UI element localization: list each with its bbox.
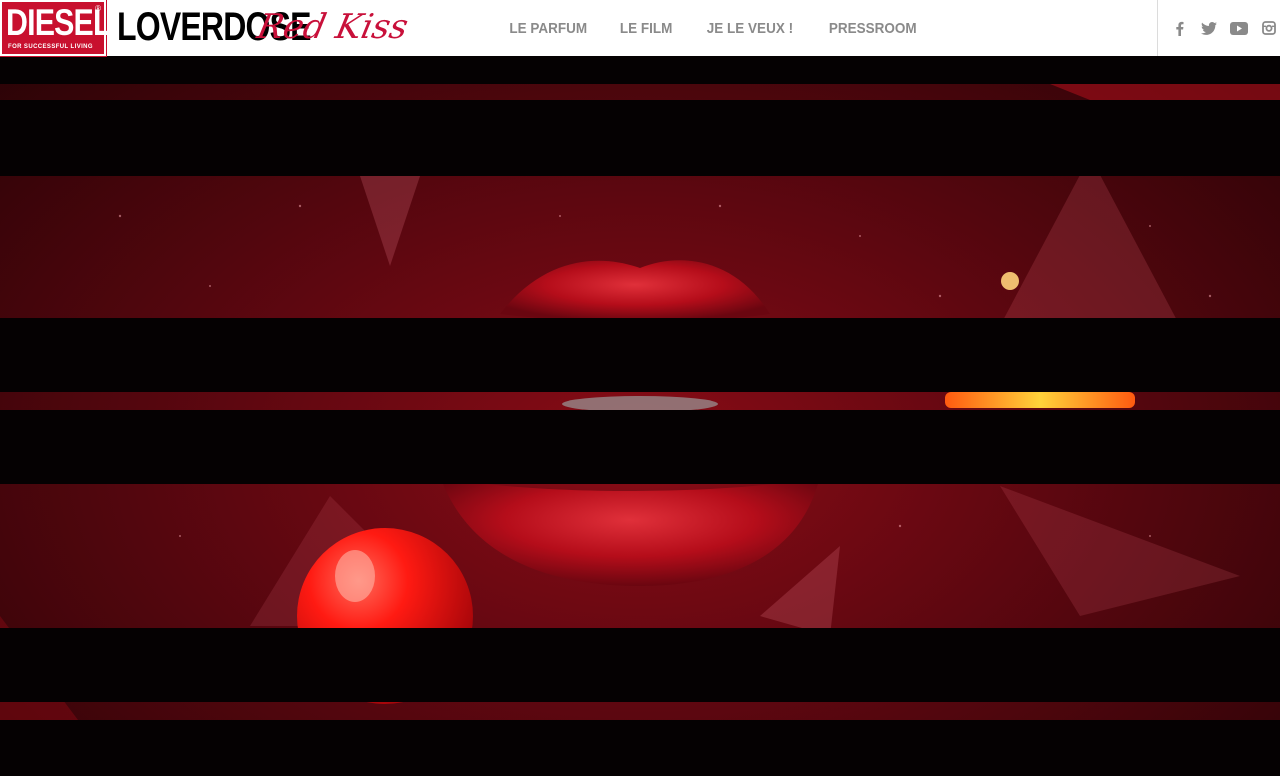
main-nav: LE PARFUM LE FILM JE LE VEUX ! PRESSROOM: [492, 0, 934, 56]
glitch-stripe: [0, 410, 1280, 484]
product-subline: Red Kiss: [253, 7, 412, 47]
facebook-icon[interactable]: [1170, 19, 1188, 37]
nav-item-pressroom[interactable]: PRESSROOM: [817, 20, 928, 37]
hero-video-frame[interactable]: [0, 56, 1280, 776]
site-header: DIESEL ® FOR SUCCESSFUL LIVING LOVERDOSE…: [0, 0, 1280, 57]
nav-item-je-le-veux[interactable]: JE LE VEUX !: [695, 20, 805, 37]
registered-mark: ®: [95, 4, 101, 13]
glitch-stripe: [0, 628, 1280, 702]
diesel-tagline: FOR SUCCESSFUL LIVING: [8, 44, 93, 50]
glitch-stripe: [0, 720, 1280, 776]
instagram-icon[interactable]: [1260, 19, 1278, 37]
nav-item-le-film[interactable]: LE FILM: [609, 20, 685, 37]
youtube-icon[interactable]: [1230, 19, 1248, 37]
glitch-stripe: [0, 56, 1280, 84]
glitch-stripe: [0, 100, 1280, 176]
social-links: [1157, 0, 1280, 56]
glitch-stripe: [0, 318, 1280, 392]
twitter-icon[interactable]: [1200, 19, 1218, 37]
diesel-logo[interactable]: DIESEL ® FOR SUCCESSFUL LIVING: [0, 0, 111, 57]
nav-item-le-parfum[interactable]: LE PARFUM: [498, 20, 599, 37]
